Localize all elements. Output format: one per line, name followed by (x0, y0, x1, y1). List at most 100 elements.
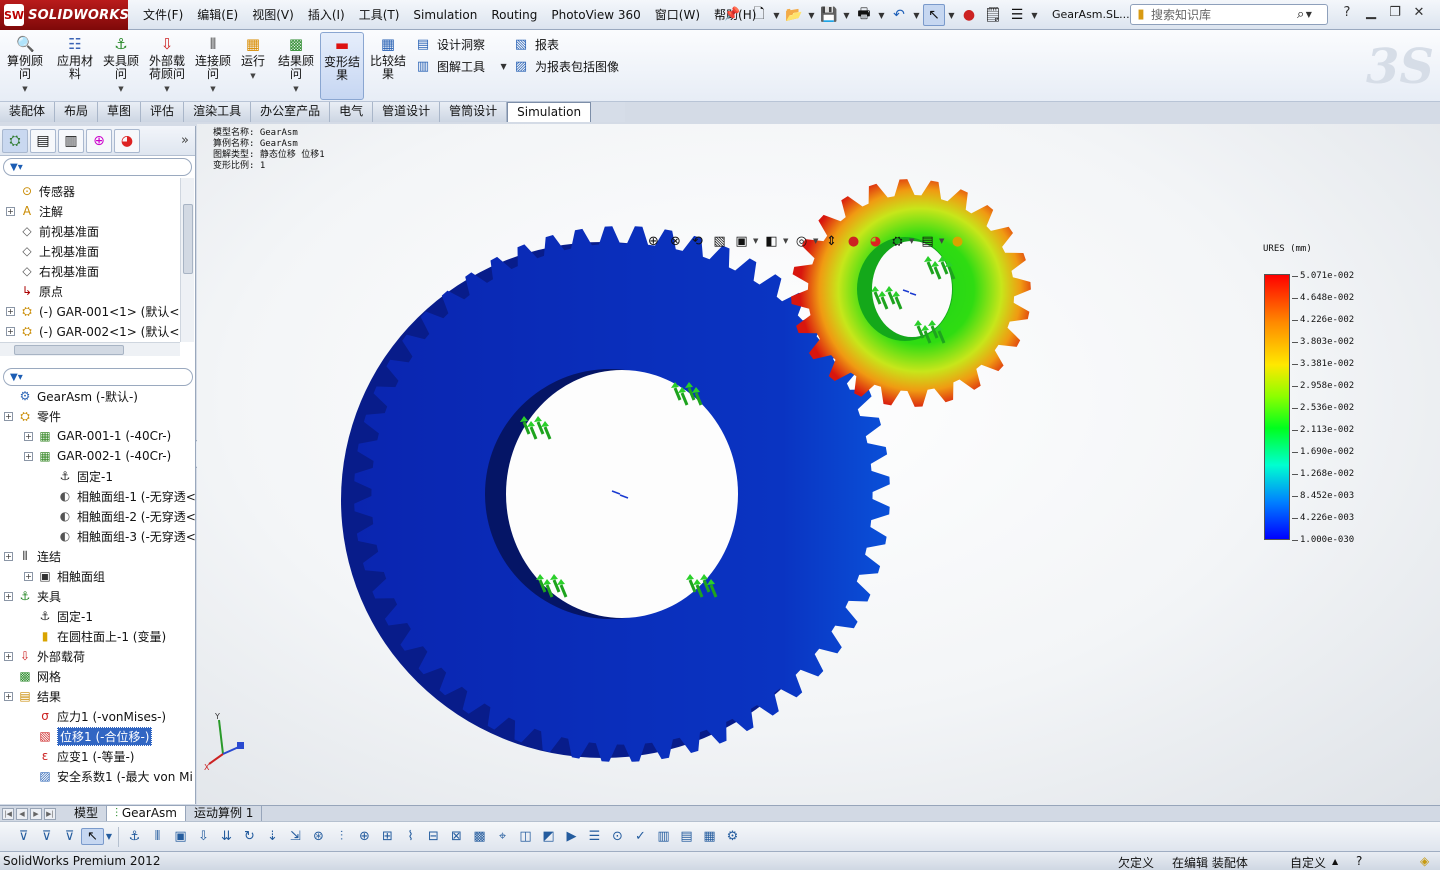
command-tab[interactable]: 布局 (55, 102, 99, 122)
table-icon[interactable]: ▦ (698, 829, 721, 844)
command-tab[interactable]: 评估 (141, 102, 185, 122)
results-advisor-button[interactable]: ▩ 结果顾问 ▼ (276, 32, 316, 100)
command-tab[interactable]: 管道设计 (373, 102, 441, 122)
tab-motion-study[interactable]: 运动算例 1 (186, 805, 263, 822)
hide-show-items-icon[interactable]: ◎ (791, 234, 812, 249)
scene-icon[interactable]: ⛭ (887, 234, 908, 249)
legend-color-bar[interactable] (1264, 274, 1290, 540)
animate-icon[interactable]: ▶ (560, 829, 583, 844)
display-style-icon[interactable]: ◧ (761, 234, 782, 249)
tree-item[interactable]: ◐ 相触面组-3 (-无穿透< (44, 526, 196, 546)
fixture-tool-icon[interactable]: ⚓ (123, 829, 146, 844)
expand-icon[interactable]: + (4, 551, 13, 561)
pin-icon[interactable]: 📌 (724, 7, 740, 22)
plot-axis-icon[interactable]: ⇕ (821, 234, 842, 249)
command-tab[interactable]: Simulation (507, 102, 592, 122)
menu-item[interactable]: 插入(I) (301, 0, 352, 30)
tree-item[interactable]: + A 注解 (6, 201, 63, 221)
chevron-down-icon[interactable]: ▼ (813, 237, 820, 245)
tree-item[interactable]: ◇ 前视基准面 (6, 221, 99, 241)
prev-tab-icon[interactable]: ◀ (16, 807, 28, 820)
expand-icon[interactable]: + (24, 431, 33, 441)
menu-item[interactable]: Routing (484, 0, 544, 30)
previous-view-icon[interactable]: ⟲ (687, 234, 708, 249)
apply-material-button[interactable]: ☷ 应用材料 (54, 32, 96, 100)
compare-results-button[interactable]: ▦ 比较结果 (368, 32, 408, 100)
tree-item[interactable]: + ⇩ 外部载荷 (4, 646, 85, 666)
contact-tool-icon[interactable]: ⫴ (146, 829, 169, 844)
tree-item[interactable]: ⚙ GearAsm (-默认-) (4, 386, 138, 406)
tree-item[interactable]: ▮ 在圆柱面上-1 (变量) (24, 626, 166, 646)
dropdown-icon[interactable]: ▼ (104, 832, 114, 841)
shell-icon[interactable]: ▣ (169, 829, 192, 844)
knowledge-base-icon[interactable]: ▮ (1131, 7, 1151, 22)
connections-advisor-button[interactable]: ⫴ 连接顾问 ▼ (192, 32, 234, 100)
iso-clip-icon[interactable]: ◩ (537, 829, 560, 844)
display-manager-tab-icon[interactable]: ◕ (114, 128, 140, 153)
more-tabs-icon[interactable]: » (181, 133, 189, 148)
save-dropdown-icon[interactable]: ▼ (842, 11, 851, 20)
close-icon[interactable]: ✕ (1410, 5, 1428, 20)
tree-item[interactable]: ▨ 安全系数1 (-最大 von Mi (24, 766, 193, 786)
rigid-icon[interactable]: ⊠ (445, 829, 468, 844)
report-button[interactable]: ▧ 报表 (512, 34, 559, 54)
expand-icon[interactable]: + (4, 591, 13, 601)
rebuild-traffic-light-icon[interactable]: ● (958, 4, 980, 26)
sensor-icon[interactable]: ⊙ (606, 829, 629, 844)
solidworks-logo[interactable]: SW SOLIDWORKS (0, 0, 129, 30)
pin-connector-icon[interactable]: ⊕ (353, 829, 376, 844)
tree-item[interactable]: ⚓ 固定-1 (44, 466, 113, 486)
last-tab-icon[interactable]: ▶| (44, 807, 56, 820)
command-tab[interactable]: 装配体 (0, 102, 56, 122)
status-help-icon[interactable]: ? (1356, 854, 1362, 868)
deformed-result-button[interactable]: ▬ 变形结果 (320, 32, 364, 100)
print-icon[interactable]: 🖶 (853, 4, 875, 26)
run-button[interactable]: ▦ 运行 ▼ (236, 32, 270, 100)
zoom-to-area-icon[interactable]: ⊗ (665, 234, 686, 249)
filter-faces-icon[interactable]: ⊽ (12, 829, 35, 844)
options-icon[interactable]: ⚙ (721, 829, 744, 844)
expand-icon[interactable]: + (6, 206, 15, 216)
tree-item[interactable]: ▩ 网格 (4, 666, 61, 686)
save-icon[interactable]: 💾 (818, 4, 840, 26)
file-properties-icon[interactable]: 🗒 (982, 4, 1004, 26)
command-tab[interactable]: 渲染工具 (184, 102, 252, 122)
pressure-icon[interactable]: ⇊ (215, 829, 238, 844)
remote-load-icon[interactable]: ⇲ (284, 829, 307, 844)
tree-item[interactable]: ⚓ 固定-1 (24, 606, 93, 626)
status-tag-icon[interactable]: ◈ (1420, 854, 1429, 868)
tree-item[interactable]: + ▣ 相触面组 (24, 566, 105, 586)
chevron-down-icon[interactable]: ▼ (939, 237, 946, 245)
selection-icon[interactable]: ↖ (81, 828, 104, 845)
force-icon[interactable]: ⇩ (192, 829, 215, 844)
expand-icon[interactable]: + (6, 326, 15, 336)
plot-tools-button[interactable]: ▥ 图解工具 ▼ (414, 56, 508, 76)
view-settings-icon[interactable]: ▤ (917, 234, 938, 249)
restore-icon[interactable]: ❐ (1386, 5, 1404, 20)
menu-item[interactable]: 文件(F) (136, 0, 190, 30)
section-view-icon[interactable]: ▧ (709, 234, 730, 249)
probe-icon[interactable]: ⌖ (491, 829, 514, 844)
plot-icon[interactable]: ▤ (675, 829, 698, 844)
tree-item[interactable]: ◇ 右视基准面 (6, 261, 99, 281)
undo-icon[interactable]: ↶ (888, 4, 910, 26)
search-icon[interactable]: ⌕ (1297, 7, 1304, 22)
tree-item[interactable]: ▧ 位移1 (-合位移-) (24, 726, 153, 746)
feature-manager-tab-icon[interactable]: ⛭ (2, 128, 28, 153)
expand-icon[interactable]: + (4, 691, 13, 701)
search-dropdown-icon[interactable]: ▼ (1304, 10, 1313, 19)
view-orientation-icon[interactable]: ▣ (731, 234, 752, 249)
expand-icon[interactable]: + (24, 451, 33, 461)
tree-item[interactable]: + ▤ 结果 (4, 686, 61, 706)
tree-item[interactable]: + ▦ GAR-002-1 (-40Cr-) (24, 446, 171, 466)
mesh-control-icon[interactable]: ▩ (468, 829, 491, 844)
expand-icon[interactable]: + (24, 571, 33, 581)
chevron-down-icon[interactable]: ▼ (753, 237, 760, 245)
tree-item[interactable]: ◇ 上视基准面 (6, 241, 99, 261)
tree-item[interactable]: + ⚓ 夹具 (4, 586, 61, 606)
zoom-to-fit-icon[interactable]: ⊕ (643, 234, 664, 249)
tab-model[interactable]: 模型 (66, 805, 108, 822)
filter-edges-icon[interactable]: ⊽ (35, 829, 58, 844)
tree-item[interactable]: σ 应力1 (-vonMises-) (24, 706, 166, 726)
connector-icon[interactable]: ⫶ (330, 829, 353, 844)
